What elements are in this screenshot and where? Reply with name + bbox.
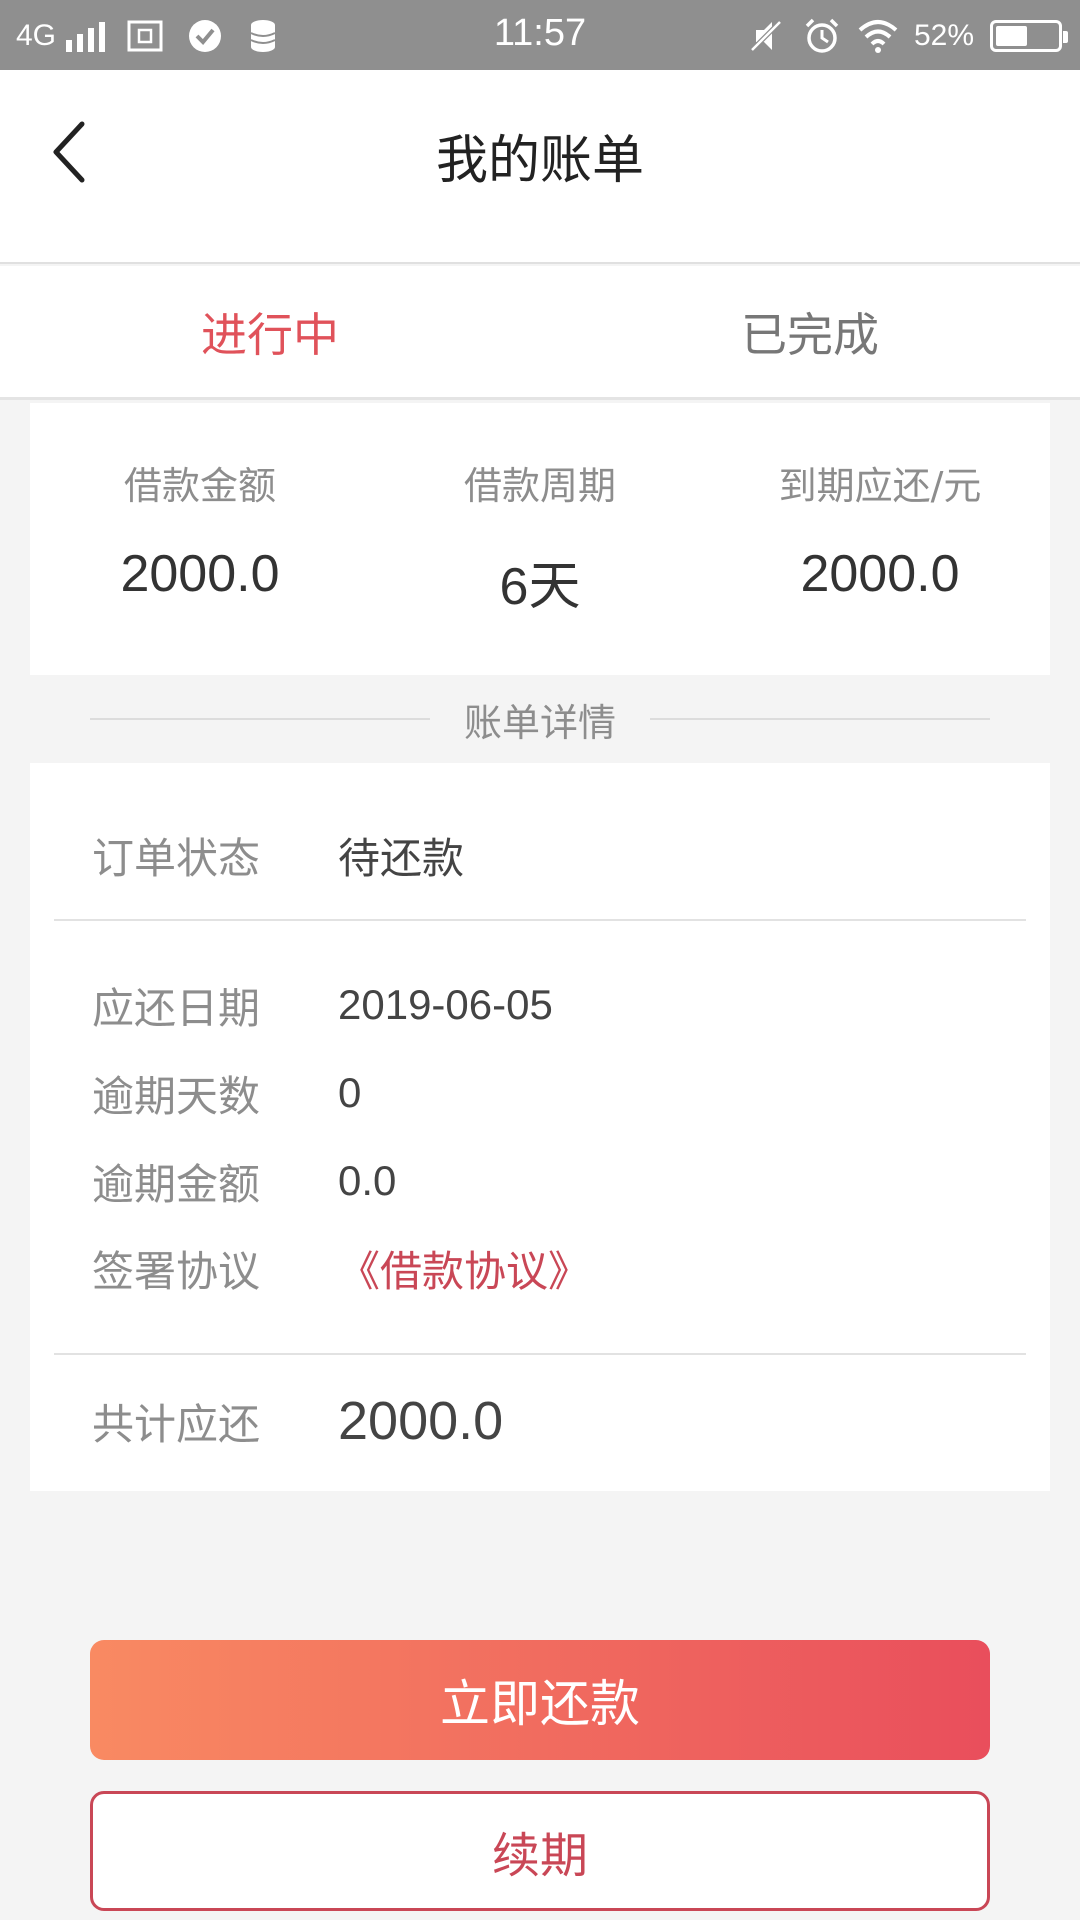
overdue-days-value: 0 (338, 1069, 362, 1116)
mute-icon (750, 20, 782, 52)
summary-label: 借款周期 (463, 464, 616, 508)
battery-percent: 52% (913, 19, 974, 52)
due-date-value: 2019-06-05 (338, 981, 553, 1028)
divider-line (54, 1353, 1026, 1355)
detail-label: 逾期天数 (92, 1071, 261, 1121)
detail-row-total: 共计应还 2000.0 (92, 1391, 503, 1451)
summary-value: 6天 (499, 558, 581, 616)
divider-line (54, 919, 1026, 921)
detail-label: 逾期金额 (92, 1159, 261, 1209)
details-title: 账单详情 (464, 700, 617, 745)
bill-details-card: 订单状态 待还款 应还日期 2019-06-05 逾期天数 0 逾期金额 0.0… (30, 763, 1050, 1491)
summary-value: 2000.0 (800, 545, 960, 603)
detail-row-overdue-amount: 逾期金额 0.0 (92, 1151, 396, 1211)
loan-summary-card: 借款金额 2000.0 借款周期 6天 到期应还/元 2000.0 (30, 403, 1050, 675)
tab-bar: 进行中 已完成 (0, 266, 1080, 400)
detail-label: 应还日期 (92, 983, 261, 1033)
summary-loan-period: 借款周期 6天 (370, 403, 710, 675)
detail-row-due-date: 应还日期 2019-06-05 (92, 975, 553, 1035)
app-header: 我的账单 (0, 70, 1080, 264)
status-bar: 4G 11:57 52% (0, 0, 1080, 70)
overdue-amount-value: 0.0 (338, 1157, 397, 1204)
divider-line (650, 718, 991, 720)
status-right: 52% (746, 14, 1068, 58)
detail-row-overdue-days: 逾期天数 0 (92, 1063, 361, 1123)
page-title: 我的账单 (435, 131, 644, 191)
detail-label: 签署协议 (92, 1246, 261, 1296)
divider-line (90, 718, 430, 720)
summary-label: 到期应还/元 (778, 464, 982, 508)
tab-in-progress[interactable]: 进行中 (0, 266, 540, 397)
tab-completed[interactable]: 已完成 (540, 266, 1080, 397)
battery-icon (990, 20, 1068, 52)
summary-value: 2000.0 (120, 545, 280, 603)
detail-label: 共计应还 (92, 1399, 261, 1449)
summary-label: 借款金额 (123, 464, 276, 508)
order-status-value: 待还款 (338, 834, 465, 882)
total-due-value: 2000.0 (338, 1391, 504, 1451)
summary-due-amount: 到期应还/元 2000.0 (710, 403, 1050, 675)
battery-level (996, 26, 1028, 46)
alarm-icon (805, 18, 839, 53)
summary-loan-amount: 借款金额 2000.0 (30, 403, 370, 675)
wifi-icon (858, 20, 898, 53)
details-divider: 账单详情 (90, 690, 991, 748)
loan-agreement-link[interactable]: 《借款协议》 (338, 1238, 590, 1299)
detail-row-agreement: 签署协议 《借款协议》 (92, 1238, 590, 1298)
renew-button[interactable]: 续期 (90, 1791, 990, 1911)
detail-row-status: 订单状态 待还款 (92, 825, 464, 885)
repay-now-button[interactable]: 立即还款 (90, 1640, 990, 1760)
detail-label: 订单状态 (92, 833, 261, 883)
